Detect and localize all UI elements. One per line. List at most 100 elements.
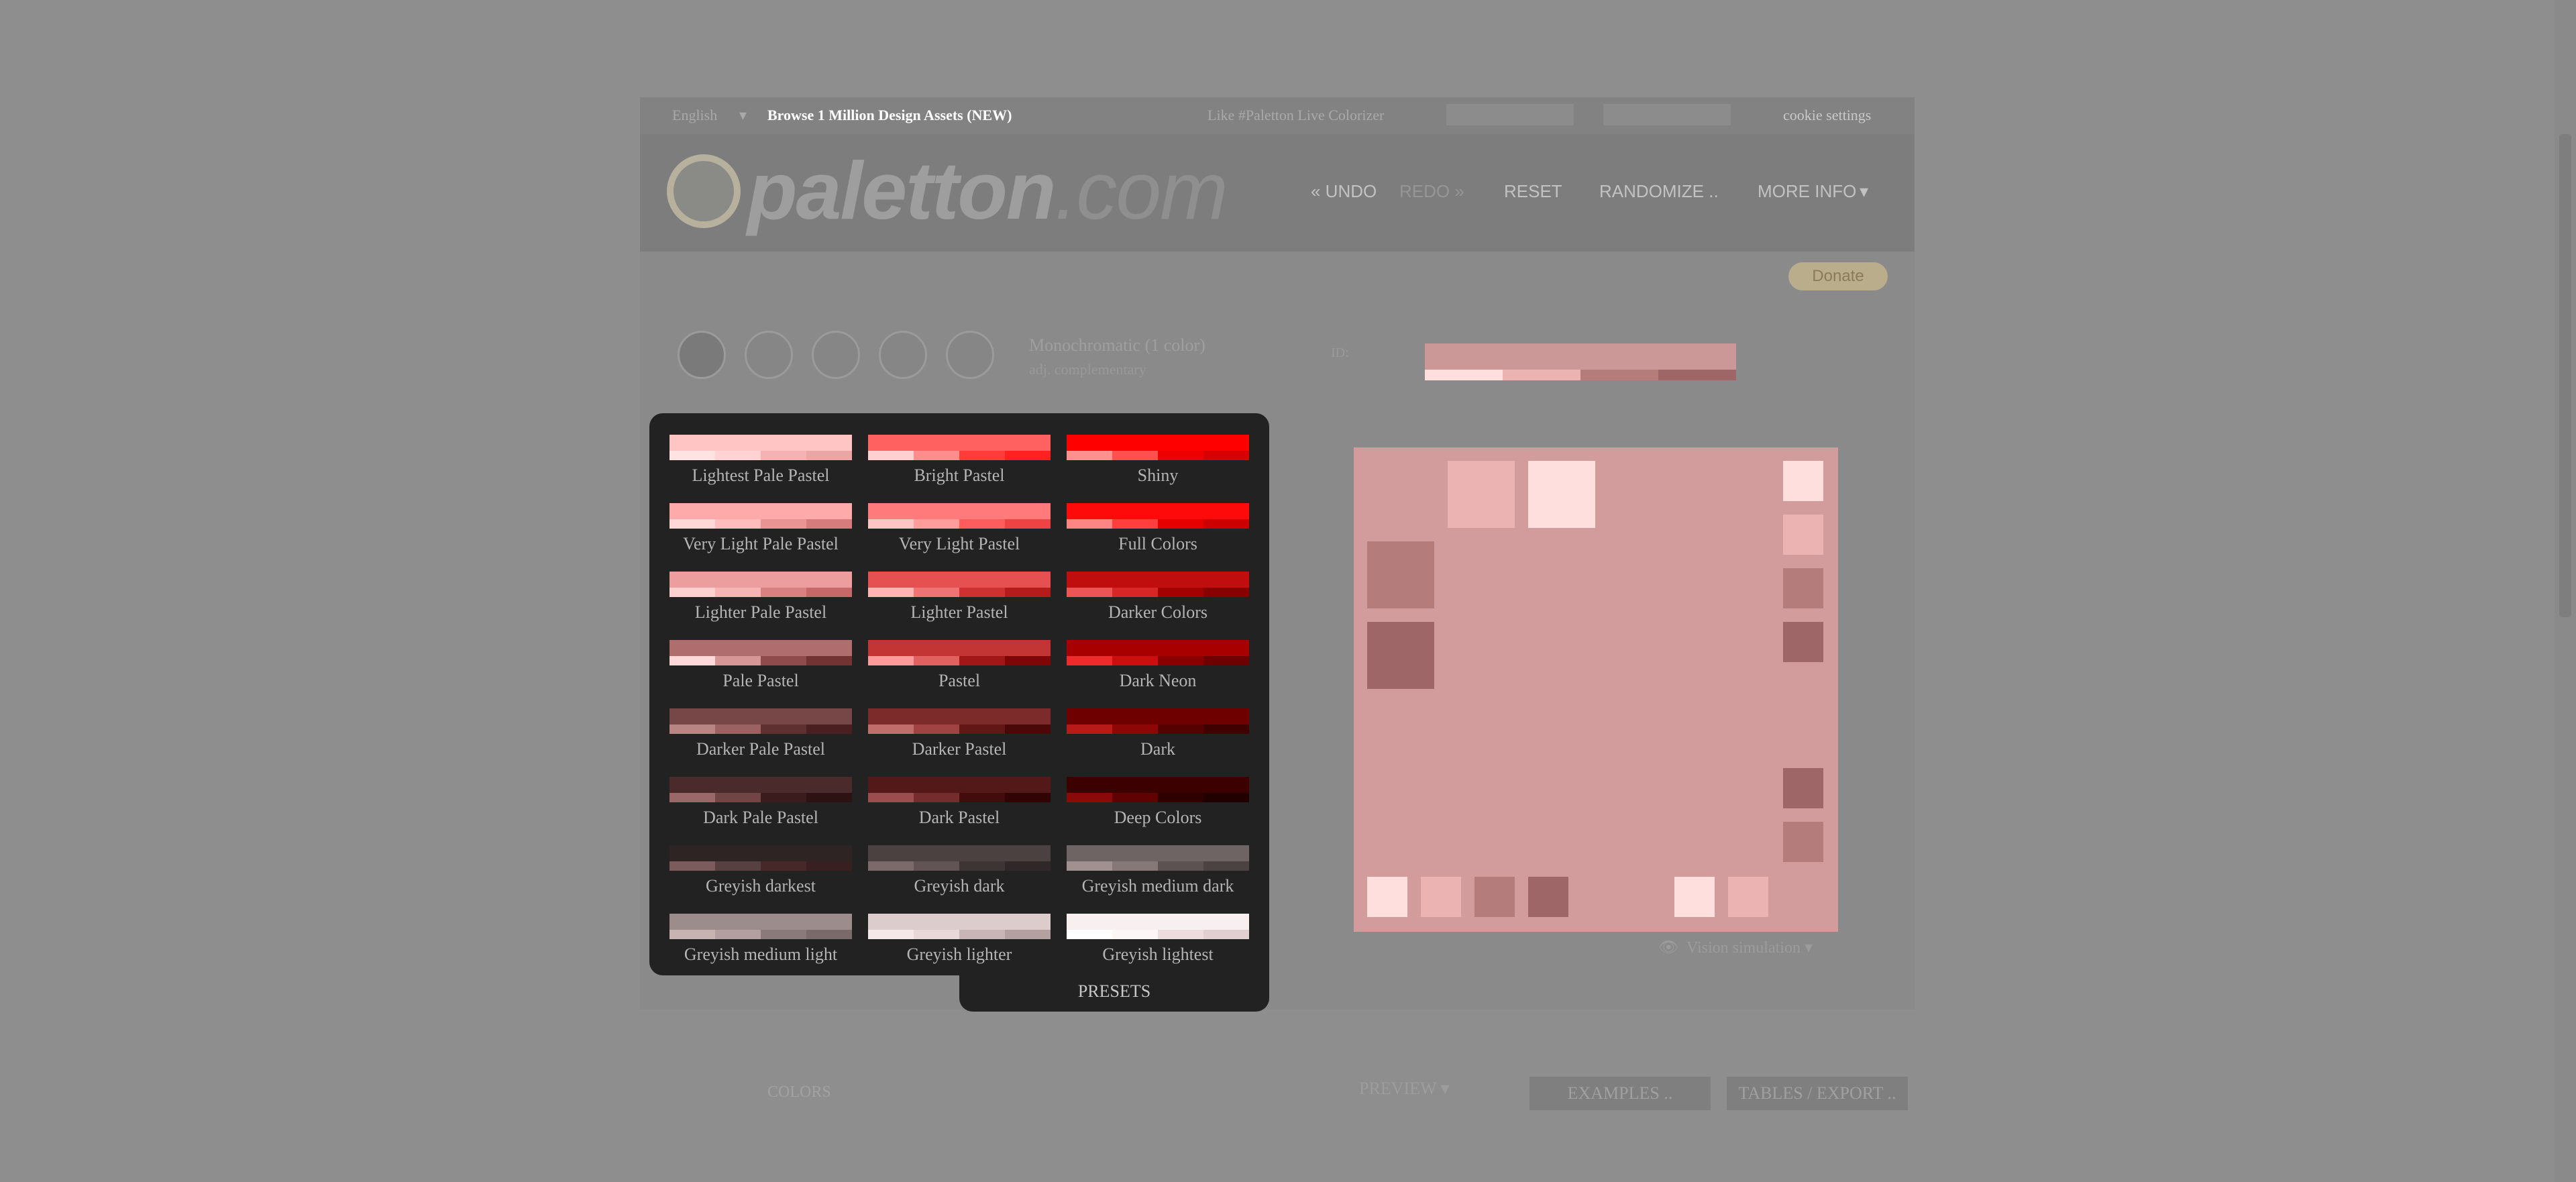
preset-greyish-lighter[interactable]: Greyish lighter xyxy=(868,914,1051,978)
paletton-logo-icon[interactable] xyxy=(667,154,741,228)
triad-scheme-knob[interactable] xyxy=(812,331,860,379)
preset-swatch[interactable] xyxy=(868,914,1051,939)
adjacent-scheme-knob[interactable] xyxy=(745,331,793,379)
preset-swatch[interactable] xyxy=(669,503,852,529)
preset-label: Pale Pastel xyxy=(722,671,799,690)
preset-label: Greyish lighter xyxy=(906,945,1012,964)
preset-dark-pastel[interactable]: Dark Pastel xyxy=(868,777,1051,841)
reset-button[interactable]: RESET xyxy=(1504,181,1562,202)
preset-shade xyxy=(1112,519,1158,529)
more-info-chevron-icon[interactable]: ▾ xyxy=(1860,181,1868,202)
preset-swatch[interactable] xyxy=(1067,708,1249,734)
more-info-button[interactable]: MORE INFO xyxy=(1758,181,1856,202)
preset-greyish-darkest[interactable]: Greyish darkest xyxy=(669,845,852,910)
vision-label: Vision simulation xyxy=(1686,939,1801,957)
preset-dark[interactable]: Dark xyxy=(1067,708,1249,773)
preset-shade xyxy=(959,588,1005,597)
preset-swatch[interactable] xyxy=(669,708,852,734)
preset-swatch-base xyxy=(868,572,1051,588)
preset-swatch[interactable] xyxy=(669,777,852,802)
undo-button[interactable]: « UNDO xyxy=(1311,181,1377,202)
preset-greyish-lightest[interactable]: Greyish lightest xyxy=(1067,914,1249,978)
preset-swatch[interactable] xyxy=(669,435,852,460)
preset-shade xyxy=(959,861,1005,871)
scrollbar-thumb[interactable] xyxy=(2559,134,2571,617)
preset-swatch-shades xyxy=(1067,793,1249,802)
color-preview[interactable] xyxy=(1354,447,1838,932)
preset-swatch-base xyxy=(868,708,1051,724)
share-widget[interactable] xyxy=(1603,104,1731,125)
like-link[interactable]: Like #Paletton Live Colorizer xyxy=(1208,107,1384,124)
preset-swatch-base xyxy=(868,914,1051,930)
preset-swatch[interactable] xyxy=(669,845,852,871)
preset-pastel[interactable]: Pastel xyxy=(868,640,1051,704)
preset-shade xyxy=(1158,724,1203,734)
preset-swatch[interactable] xyxy=(868,708,1051,734)
tetrad-scheme-knob[interactable] xyxy=(879,331,927,379)
preset-swatch[interactable] xyxy=(669,640,852,665)
preset-swatch[interactable] xyxy=(868,503,1051,529)
preset-lighter-pale-pastel[interactable]: Lighter Pale Pastel xyxy=(669,572,852,636)
preset-lighter-pastel[interactable]: Lighter Pastel xyxy=(868,572,1051,636)
preset-swatch[interactable] xyxy=(669,914,852,939)
language-select[interactable]: English xyxy=(672,107,717,124)
preset-swatch[interactable] xyxy=(1067,845,1249,871)
examples-tab[interactable]: EXAMPLES .. xyxy=(1529,1077,1711,1110)
free-style-knob[interactable] xyxy=(946,331,994,379)
preset-swatch[interactable] xyxy=(1067,777,1249,802)
preset-swatch[interactable] xyxy=(868,777,1051,802)
preset-label: Greyish dark xyxy=(914,876,1005,896)
preset-shiny[interactable]: Shiny xyxy=(1067,435,1249,499)
preset-shade xyxy=(761,724,806,734)
preset-greyish-medium-light[interactable]: Greyish medium light xyxy=(669,914,852,978)
preset-shade xyxy=(914,519,959,529)
preset-swatch[interactable] xyxy=(1067,914,1249,939)
preset-swatch-base xyxy=(1067,572,1249,588)
language-chevron-icon[interactable]: ▾ xyxy=(739,107,747,124)
preset-swatch[interactable] xyxy=(868,845,1051,871)
cookie-settings-link[interactable]: cookie settings xyxy=(1783,107,1871,124)
vision-simulation-toggle[interactable]: 👁 Vision simulation ▾ xyxy=(1658,938,1813,957)
preset-darker-colors[interactable]: Darker Colors xyxy=(1067,572,1249,636)
preset-dark-neon[interactable]: Dark Neon xyxy=(1067,640,1249,704)
preview-tab[interactable]: PREVIEW ▾ xyxy=(1359,1079,1450,1099)
preset-swatch[interactable] xyxy=(1067,503,1249,529)
preset-darker-pastel[interactable]: Darker Pastel xyxy=(868,708,1051,773)
preset-deep-colors[interactable]: Deep Colors xyxy=(1067,777,1249,841)
browse-assets-link[interactable]: Browse 1 Million Design Assets (NEW) xyxy=(767,107,1012,124)
mono-scheme-knob[interactable] xyxy=(678,331,726,379)
preset-bright-pastel[interactable]: Bright Pastel xyxy=(868,435,1051,499)
preset-swatch-shades xyxy=(868,519,1051,529)
scheme-subtitle[interactable]: adj. complementary xyxy=(1029,361,1146,378)
preset-swatch-shades xyxy=(1067,588,1249,597)
preset-swatch[interactable] xyxy=(868,640,1051,665)
header: paletton.com « UNDO REDO » RESET RANDOMI… xyxy=(640,134,1915,252)
preset-shade xyxy=(806,656,852,665)
preset-pale-pastel[interactable]: Pale Pastel xyxy=(669,640,852,704)
logo-text[interactable]: paletton.com xyxy=(747,144,1228,237)
preset-greyish-medium-dark[interactable]: Greyish medium dark xyxy=(1067,845,1249,910)
preset-very-light-pale-pastel[interactable]: Very Light Pale Pastel xyxy=(669,503,852,568)
preset-swatch[interactable] xyxy=(1067,435,1249,460)
preset-swatch[interactable] xyxy=(868,435,1051,460)
donate-button[interactable]: Donate xyxy=(1788,262,1888,290)
preset-swatch[interactable] xyxy=(1067,640,1249,665)
preview-square xyxy=(1528,461,1595,528)
preset-swatch[interactable] xyxy=(1067,572,1249,597)
preset-swatch[interactable] xyxy=(868,572,1051,597)
preset-swatch-shades xyxy=(669,588,852,597)
preset-darker-pale-pastel[interactable]: Darker Pale Pastel xyxy=(669,708,852,773)
tables-export-tab[interactable]: TABLES / EXPORT .. xyxy=(1727,1077,1908,1110)
preset-full-colors[interactable]: Full Colors xyxy=(1067,503,1249,568)
preset-lightest-pale-pastel[interactable]: Lightest Pale Pastel xyxy=(669,435,852,499)
facebook-like-widget[interactable] xyxy=(1446,104,1574,125)
mini-palette[interactable] xyxy=(1425,343,1736,380)
preset-dark-pale-pastel[interactable]: Dark Pale Pastel xyxy=(669,777,852,841)
preset-swatch-shades xyxy=(868,861,1051,871)
colors-tab[interactable]: COLORS xyxy=(767,1083,831,1102)
preset-very-light-pastel[interactable]: Very Light Pastel xyxy=(868,503,1051,568)
redo-button[interactable]: REDO » xyxy=(1399,181,1464,202)
randomize-button[interactable]: RANDOMIZE .. xyxy=(1599,181,1719,202)
preset-greyish-dark[interactable]: Greyish dark xyxy=(868,845,1051,910)
preset-swatch[interactable] xyxy=(669,572,852,597)
